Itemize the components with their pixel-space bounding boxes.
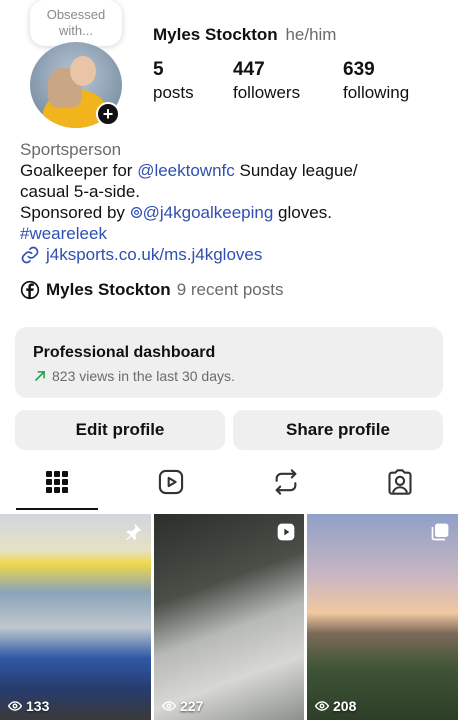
carousel-icon bbox=[431, 523, 449, 541]
profile-note-bubble[interactable]: Obsessed with... bbox=[30, 0, 122, 46]
stat-posts-value: 5 bbox=[153, 59, 164, 80]
bio: Sportsperson Goalkeeper for @leektownfc … bbox=[20, 139, 440, 265]
mention-j4kgoalkeeping[interactable]: @j4kgoalkeeping bbox=[130, 203, 274, 222]
stat-following-value: 639 bbox=[343, 59, 375, 80]
reel-icon bbox=[277, 523, 295, 541]
trend-up-icon bbox=[35, 371, 45, 381]
active-tab-indicator bbox=[16, 508, 98, 510]
dashboard-title: Professional dashboard bbox=[33, 344, 216, 361]
facebook-link-row[interactable]: Myles Stockton 9 recent posts bbox=[20, 280, 283, 300]
stat-followers[interactable]: 447 followers bbox=[233, 59, 300, 103]
eye-icon bbox=[315, 701, 329, 711]
hashtag-weareleek[interactable]: #weareleek bbox=[20, 223, 440, 244]
bio-text: Goalkeeper for bbox=[20, 161, 138, 180]
stat-followers-value: 447 bbox=[233, 59, 265, 80]
mention-text: @j4kgoalkeeping bbox=[142, 203, 274, 222]
eye-icon bbox=[162, 701, 176, 711]
bio-line-3: Sponsored by @j4kgoalkeeping gloves. bbox=[20, 202, 440, 223]
tab-reposts[interactable] bbox=[246, 462, 326, 502]
pronouns: he/him bbox=[285, 25, 337, 44]
threads-icon bbox=[130, 206, 142, 219]
bio-text: Sunday league/ bbox=[234, 161, 358, 180]
bio-line-2: casual 5-a-side. bbox=[20, 182, 141, 201]
profile-name-text: Myles Stockton bbox=[153, 25, 278, 44]
bio-link-text: j4ksports.co.uk/ms.j4kgloves bbox=[46, 245, 263, 264]
stat-following-label: following bbox=[343, 83, 410, 102]
post-tile-3[interactable]: 208 bbox=[307, 514, 458, 720]
facebook-recent-posts: 9 recent posts bbox=[176, 280, 284, 299]
dashboard-views-text: 823 views in the last 30 days. bbox=[52, 368, 235, 384]
facebook-icon bbox=[20, 280, 40, 300]
stat-following[interactable]: 639 following bbox=[343, 59, 409, 103]
reels-icon bbox=[158, 469, 184, 495]
post-2-view-count: 227 bbox=[180, 698, 204, 714]
mention-leektownfc[interactable]: @leektownfc bbox=[137, 161, 235, 180]
add-story-plus-icon[interactable]: + bbox=[96, 102, 120, 126]
bio-text: Sponsored by bbox=[20, 203, 130, 222]
post-1-view-count: 133 bbox=[26, 698, 50, 714]
post-1-views: 133 bbox=[8, 698, 49, 714]
tab-tagged[interactable] bbox=[360, 462, 440, 502]
post-tile-1[interactable]: 133 bbox=[0, 514, 151, 720]
tab-grid[interactable] bbox=[17, 462, 97, 502]
profile-name: Myles Stockton he/him bbox=[153, 25, 336, 45]
post-3-view-count: 208 bbox=[333, 698, 357, 714]
bio-category: Sportsperson bbox=[20, 140, 122, 159]
stat-followers-label: followers bbox=[233, 83, 301, 102]
pin-icon bbox=[126, 523, 142, 541]
professional-dashboard[interactable]: Professional dashboard 823 views in the … bbox=[15, 327, 443, 398]
share-profile-button[interactable]: Share profile bbox=[233, 410, 443, 450]
grid-icon bbox=[46, 471, 68, 493]
tab-reels[interactable] bbox=[131, 462, 211, 502]
tagged-icon bbox=[388, 469, 412, 495]
bio-text: gloves. bbox=[273, 203, 332, 222]
facebook-name: Myles Stockton bbox=[46, 280, 171, 299]
edit-profile-label: Edit profile bbox=[75, 420, 165, 439]
reposts-icon bbox=[275, 469, 297, 495]
stat-posts-label: posts bbox=[153, 83, 194, 102]
post-3-views: 208 bbox=[315, 698, 356, 714]
post-tile-2[interactable]: 227 bbox=[154, 514, 304, 720]
edit-profile-button[interactable]: Edit profile bbox=[15, 410, 225, 450]
note-text: Obsessed with... bbox=[46, 7, 106, 38]
link-icon bbox=[21, 246, 39, 263]
bio-link[interactable]: j4ksports.co.uk/ms.j4kgloves bbox=[20, 244, 440, 265]
stat-posts[interactable]: 5 posts bbox=[153, 59, 194, 103]
bio-line-1: Goalkeeper for @leektownfc Sunday league… bbox=[20, 160, 440, 181]
eye-icon bbox=[8, 701, 22, 711]
dashboard-subtitle: 823 views in the last 30 days. bbox=[33, 368, 425, 384]
share-profile-label: Share profile bbox=[286, 420, 390, 439]
post-2-views: 227 bbox=[162, 698, 203, 714]
